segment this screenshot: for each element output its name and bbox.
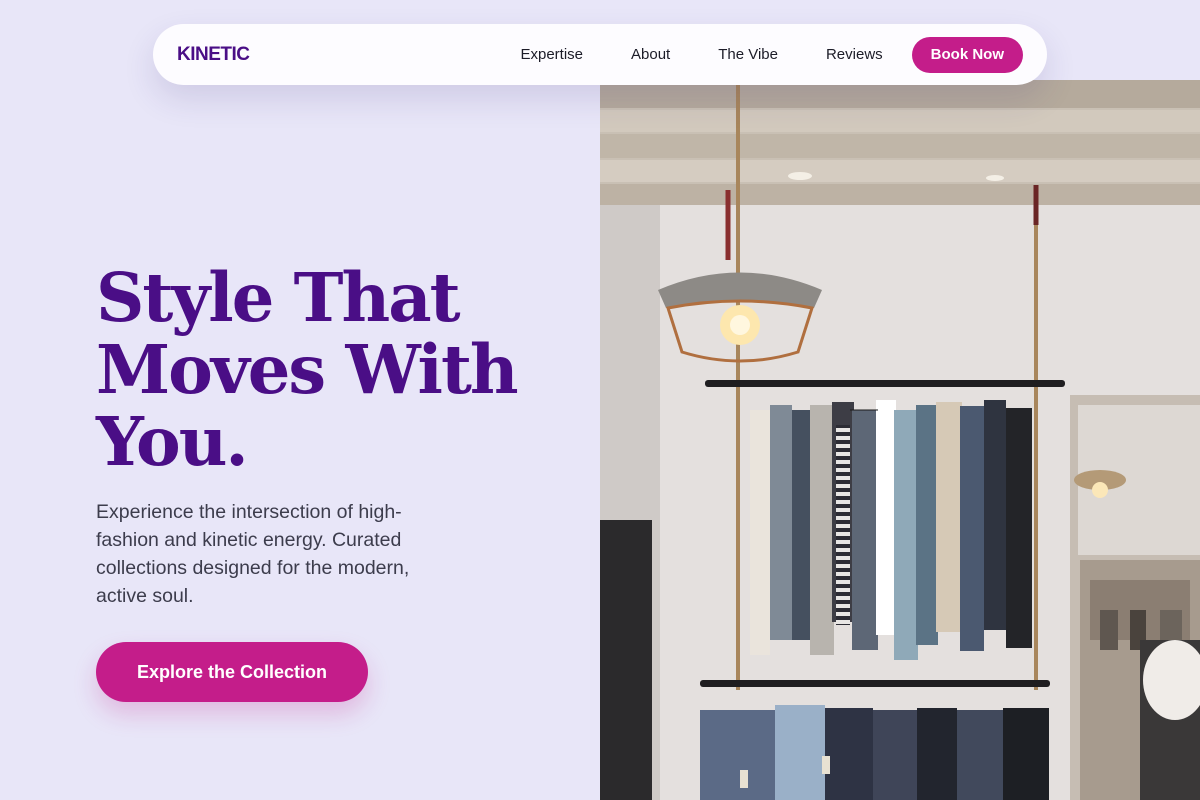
hero-title: Style That Moves With You. — [96, 258, 519, 481]
nav-link-about[interactable]: About — [631, 46, 670, 63]
hero-image — [600, 80, 1200, 800]
clothes-bottom-rail — [700, 705, 1049, 800]
nav-link-the-vibe[interactable]: The Vibe — [718, 46, 778, 63]
nav-links: Expertise About The Vibe Reviews Book No… — [520, 36, 1023, 73]
brand-logo[interactable]: KINETIC — [177, 44, 250, 66]
boutique-photo — [600, 80, 1200, 800]
explore-collection-button[interactable]: Explore the Collection — [96, 642, 368, 702]
hero-subtitle: Experience the intersection of high-fash… — [96, 501, 410, 607]
clothes-top-rail — [750, 400, 1032, 660]
top-navigation: KINETIC Expertise About The Vibe Reviews… — [153, 24, 1047, 85]
book-now-button[interactable]: Book Now — [911, 36, 1023, 73]
nav-link-expertise[interactable]: Expertise — [520, 46, 583, 63]
nav-link-reviews[interactable]: Reviews — [826, 46, 883, 63]
